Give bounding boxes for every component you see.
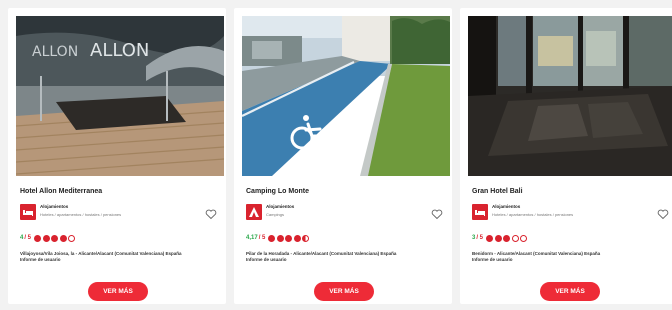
sign-text-1: ALLON: [32, 44, 78, 60]
rating-dot: [34, 234, 42, 242]
ver-mas-button[interactable]: VER MÁS: [314, 282, 374, 301]
rating: 4,17 / 5: [246, 233, 311, 242]
heart-icon[interactable]: [205, 208, 217, 220]
hotel-photo[interactable]: ALLON ALLON: [16, 16, 224, 176]
accommodation-card[interactable]: Camping Lo Monte Alojamientos Campings 4…: [234, 8, 452, 304]
rating-dots: [34, 229, 77, 247]
card-title[interactable]: Hotel Allon Mediterranea: [20, 188, 102, 195]
rating-dot: [42, 234, 50, 242]
rating: 4 / 5: [20, 233, 77, 242]
rating-max: / 5: [476, 234, 484, 241]
category-name: Alojamientos: [492, 204, 521, 209]
bike-lane-image: [242, 16, 450, 176]
user-report-link[interactable]: Informe de usuario: [20, 257, 216, 263]
hotel-photo[interactable]: [468, 16, 672, 176]
accommodation-card[interactable]: ALLON ALLON Hotel Allon Mediterranea Alo…: [8, 8, 226, 304]
rating-max: / 5: [24, 234, 32, 241]
location-block: Pilar de la Horadada - Alicante/Alacant …: [246, 251, 442, 263]
location-block: Villajoyosa/Vila Joiosa, la - Alicante/A…: [20, 251, 216, 263]
category-name: Alojamientos: [40, 204, 69, 209]
rating-dot: [293, 234, 301, 242]
rating-value: 4: [20, 234, 24, 241]
rating-dot: [68, 234, 76, 242]
user-report-link[interactable]: Informe de usuario: [472, 257, 668, 263]
card-title[interactable]: Gran Hotel Bali: [472, 188, 523, 195]
category-types: Hoteles / apartamentos / hostales / pens…: [492, 212, 574, 217]
hotel-facade-image: ALLON ALLON: [16, 16, 224, 176]
rating-max: / 5: [258, 234, 266, 241]
rating-dot: [302, 234, 310, 242]
category-types: Hoteles / apartamentos / hostales / pens…: [40, 212, 122, 217]
tent-icon: [246, 204, 262, 220]
rating-dot: [494, 234, 502, 242]
heart-icon[interactable]: [431, 208, 443, 220]
rating-dot: [520, 234, 528, 242]
rating-dot: [59, 234, 67, 242]
rating-dot: [503, 234, 511, 242]
rating-dot: [51, 234, 59, 242]
rating-dot: [285, 234, 293, 242]
rating-dot: [268, 234, 276, 242]
category-name: Alojamientos: [266, 204, 295, 209]
rating-dot: [486, 234, 494, 242]
accommodation-card[interactable]: Gran Hotel Bali Alojamientos Hoteles / a…: [460, 8, 672, 304]
ver-mas-button[interactable]: VER MÁS: [88, 282, 148, 301]
location-block: Benidorm - Alicante/Alacant (Comunitat V…: [472, 251, 668, 263]
rating-dot: [511, 234, 519, 242]
card-title[interactable]: Camping Lo Monte: [246, 188, 309, 195]
bed-icon: [20, 204, 36, 220]
rating: 3 / 5: [472, 233, 529, 242]
user-report-link[interactable]: Informe de usuario: [246, 257, 442, 263]
ver-mas-button[interactable]: VER MÁS: [540, 282, 600, 301]
rating-dots: [486, 229, 529, 247]
category-types: Campings: [266, 212, 285, 217]
rating-dots: [268, 229, 311, 247]
sign-text-2: ALLON: [90, 40, 149, 61]
hotel-lobby-image: [468, 16, 672, 176]
rating-value: 4,17: [246, 234, 258, 241]
camping-photo[interactable]: [242, 16, 450, 176]
rating-value: 3: [472, 234, 476, 241]
rating-dot: [276, 234, 284, 242]
heart-icon[interactable]: [657, 208, 669, 220]
bed-icon: [472, 204, 488, 220]
